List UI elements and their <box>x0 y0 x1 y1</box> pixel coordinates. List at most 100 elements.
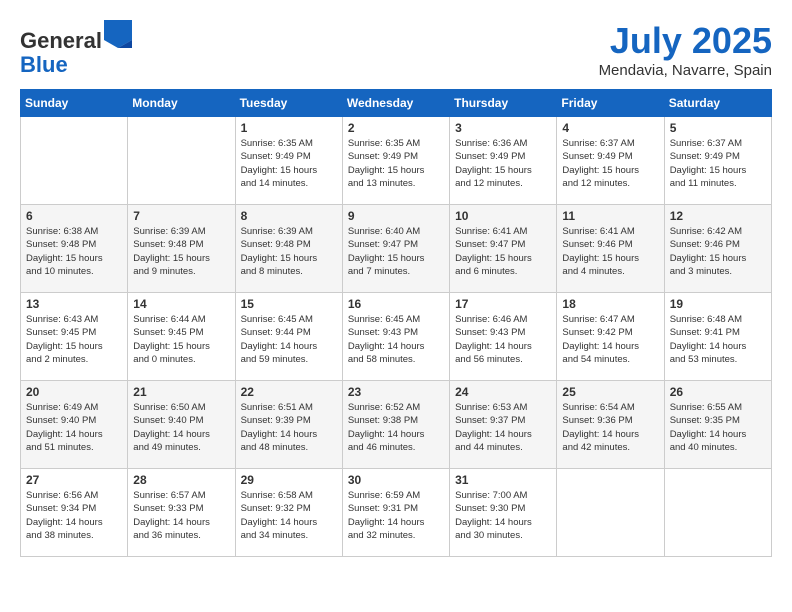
calendar-cell: 14 Sunrise: 6:44 AM Sunset: 9:45 PM Dayli… <box>128 293 235 381</box>
day-info: Sunrise: 6:37 AM Sunset: 9:49 PM Dayligh… <box>562 137 658 190</box>
weekday-row: SundayMondayTuesdayWednesdayThursdayFrid… <box>21 90 772 117</box>
week-row-4: 20 Sunrise: 6:49 AM Sunset: 9:40 PM Dayli… <box>21 381 772 469</box>
day-info: Sunrise: 6:54 AM Sunset: 9:36 PM Dayligh… <box>562 401 658 454</box>
calendar-cell: 8 Sunrise: 6:39 AM Sunset: 9:48 PM Daylig… <box>235 205 342 293</box>
calendar-cell: 6 Sunrise: 6:38 AM Sunset: 9:48 PM Daylig… <box>21 205 128 293</box>
location: Mendavia, Navarre, Spain <box>599 62 772 79</box>
day-number: 9 <box>348 209 444 223</box>
day-info: Sunrise: 6:45 AM Sunset: 9:44 PM Dayligh… <box>241 313 337 366</box>
calendar-cell: 9Sunrise: 6:40 AM Sunset: 9:47 PM Daylig… <box>342 205 449 293</box>
logo: General Blue <box>20 20 132 77</box>
calendar-cell: 27Sunrise: 6:56 AM Sunset: 9:34 PM Dayli… <box>21 469 128 557</box>
day-number: 12 <box>670 209 766 223</box>
calendar-cell: 28Sunrise: 6:57 AM Sunset: 9:33 PM Dayli… <box>128 469 235 557</box>
calendar-cell: 15 Sunrise: 6:45 AM Sunset: 9:44 PM Dayli… <box>235 293 342 381</box>
day-info: Sunrise: 6:44 AM Sunset: 9:45 PM Dayligh… <box>133 313 229 366</box>
day-number: 24 <box>455 385 551 399</box>
day-number: 23 <box>348 385 444 399</box>
day-info: Sunrise: 6:45 AM Sunset: 9:43 PM Dayligh… <box>348 313 444 366</box>
calendar-cell: 16 Sunrise: 6:45 AM Sunset: 9:43 PM Dayli… <box>342 293 449 381</box>
day-number: 3 <box>455 121 551 135</box>
calendar-cell <box>664 469 771 557</box>
day-number: 20 <box>26 385 122 399</box>
calendar-cell: 1Sunrise: 6:35 AM Sunset: 9:49 PM Daylig… <box>235 117 342 205</box>
calendar-body: 1 Sunrise: 6:35 AM Sunset: 9:49 PM Daylig… <box>21 117 772 557</box>
day-info: Sunrise: 6:50 AM Sunset: 9:40 PM Dayligh… <box>133 401 229 454</box>
calendar-cell: 12Sunrise: 6:42 AM Sunset: 9:46 PM Dayli… <box>664 205 771 293</box>
day-number: 6 <box>26 209 122 223</box>
calendar-cell <box>557 469 664 557</box>
day-info: Sunrise: 6:55 AM Sunset: 9:35 PM Dayligh… <box>670 401 766 454</box>
day-number: 15 <box>241 297 337 311</box>
weekday-header-friday: Friday <box>557 90 664 117</box>
calendar-cell: 26 Sunrise: 6:55 AM Sunset: 9:35 PM Dayli… <box>664 381 771 469</box>
day-info: Sunrise: 6:41 AM Sunset: 9:46 PM Dayligh… <box>562 225 658 278</box>
day-number: 11 <box>562 209 658 223</box>
day-info: Sunrise: 6:48 AM Sunset: 9:41 PM Dayligh… <box>670 313 766 366</box>
day-number: 31 <box>455 473 551 487</box>
weekday-header-saturday: Saturday <box>664 90 771 117</box>
week-row-1: 1 Sunrise: 6:35 AM Sunset: 9:49 PM Daylig… <box>21 117 772 205</box>
day-number: 28 <box>133 473 229 487</box>
day-number: 1 <box>241 121 337 135</box>
day-number: 13 <box>26 297 122 311</box>
calendar-cell: 19 Sunrise: 6:48 AM Sunset: 9:41 PM Dayli… <box>664 293 771 381</box>
calendar-cell: 24 Sunrise: 6:53 AM Sunset: 9:37 PM Dayli… <box>450 381 557 469</box>
logo-icon <box>104 20 132 48</box>
day-info: Sunrise: 7:00 AM Sunset: 9:30 PM Dayligh… <box>455 489 551 542</box>
day-info: Sunrise: 6:52 AM Sunset: 9:38 PM Dayligh… <box>348 401 444 454</box>
day-number: 4 <box>562 121 658 135</box>
day-number: 16 <box>348 297 444 311</box>
calendar-cell: 20 Sunrise: 6:49 AM Sunset: 9:40 PM Dayli… <box>21 381 128 469</box>
day-info: Sunrise: 6:47 AM Sunset: 9:42 PM Dayligh… <box>562 313 658 366</box>
calendar-cell <box>128 117 235 205</box>
calendar-cell: 25 Sunrise: 6:54 AM Sunset: 9:36 PM Dayli… <box>557 381 664 469</box>
day-info: Sunrise: 6:37 AM Sunset: 9:49 PM Dayligh… <box>670 137 766 190</box>
day-number: 25 <box>562 385 658 399</box>
calendar-cell: 2Sunrise: 6:35 AM Sunset: 9:49 PM Daylig… <box>342 117 449 205</box>
day-number: 17 <box>455 297 551 311</box>
weekday-header-tuesday: Tuesday <box>235 90 342 117</box>
day-number: 8 <box>241 209 337 223</box>
month-title: July 2025 <box>599 20 772 62</box>
day-info: Sunrise: 6:36 AM Sunset: 9:49 PM Dayligh… <box>455 137 551 190</box>
calendar-cell: 21 Sunrise: 6:50 AM Sunset: 9:40 PM Dayli… <box>128 381 235 469</box>
weekday-header-sunday: Sunday <box>21 90 128 117</box>
day-number: 22 <box>241 385 337 399</box>
day-info: Sunrise: 6:53 AM Sunset: 9:37 PM Dayligh… <box>455 401 551 454</box>
week-row-3: 13 Sunrise: 6:43 AM Sunset: 9:45 PM Dayli… <box>21 293 772 381</box>
day-number: 18 <box>562 297 658 311</box>
calendar-cell: 10Sunrise: 6:41 AM Sunset: 9:47 PM Dayli… <box>450 205 557 293</box>
day-number: 14 <box>133 297 229 311</box>
calendar-cell: 30Sunrise: 6:59 AM Sunset: 9:31 PM Dayli… <box>342 469 449 557</box>
calendar-cell: 11 Sunrise: 6:41 AM Sunset: 9:46 PM Dayli… <box>557 205 664 293</box>
day-info: Sunrise: 6:59 AM Sunset: 9:31 PM Dayligh… <box>348 489 444 542</box>
calendar-cell: 23 Sunrise: 6:52 AM Sunset: 9:38 PM Dayli… <box>342 381 449 469</box>
day-info: Sunrise: 6:38 AM Sunset: 9:48 PM Dayligh… <box>26 225 122 278</box>
day-info: Sunrise: 6:46 AM Sunset: 9:43 PM Dayligh… <box>455 313 551 366</box>
day-info: Sunrise: 6:39 AM Sunset: 9:48 PM Dayligh… <box>241 225 337 278</box>
day-number: 19 <box>670 297 766 311</box>
calendar-cell: 5 Sunrise: 6:37 AM Sunset: 9:49 PM Daylig… <box>664 117 771 205</box>
calendar-cell: 29 Sunrise: 6:58 AM Sunset: 9:32 PM Dayli… <box>235 469 342 557</box>
calendar-cell: 7Sunrise: 6:39 AM Sunset: 9:48 PM Daylig… <box>128 205 235 293</box>
day-info: Sunrise: 6:35 AM Sunset: 9:49 PM Dayligh… <box>348 137 444 190</box>
day-number: 21 <box>133 385 229 399</box>
day-number: 27 <box>26 473 122 487</box>
week-row-5: 27Sunrise: 6:56 AM Sunset: 9:34 PM Dayli… <box>21 469 772 557</box>
day-number: 26 <box>670 385 766 399</box>
calendar-header: SundayMondayTuesdayWednesdayThursdayFrid… <box>21 90 772 117</box>
calendar-cell: 17 Sunrise: 6:46 AM Sunset: 9:43 PM Dayli… <box>450 293 557 381</box>
day-info: Sunrise: 6:43 AM Sunset: 9:45 PM Dayligh… <box>26 313 122 366</box>
logo-blue: Blue <box>20 52 68 77</box>
calendar-table: SundayMondayTuesdayWednesdayThursdayFrid… <box>20 89 772 557</box>
weekday-header-wednesday: Wednesday <box>342 90 449 117</box>
day-info: Sunrise: 6:49 AM Sunset: 9:40 PM Dayligh… <box>26 401 122 454</box>
day-info: Sunrise: 6:58 AM Sunset: 9:32 PM Dayligh… <box>241 489 337 542</box>
week-row-2: 6 Sunrise: 6:38 AM Sunset: 9:48 PM Daylig… <box>21 205 772 293</box>
calendar-cell: 3 Sunrise: 6:36 AM Sunset: 9:49 PM Daylig… <box>450 117 557 205</box>
day-number: 29 <box>241 473 337 487</box>
weekday-header-thursday: Thursday <box>450 90 557 117</box>
day-number: 5 <box>670 121 766 135</box>
day-info: Sunrise: 6:51 AM Sunset: 9:39 PM Dayligh… <box>241 401 337 454</box>
